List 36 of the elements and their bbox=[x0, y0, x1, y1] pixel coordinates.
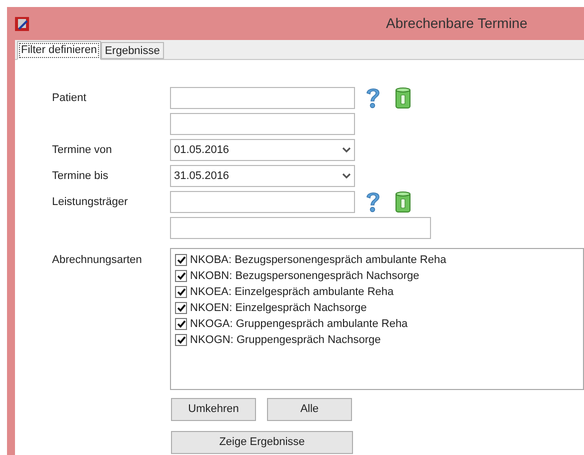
window-title: Abrechenbare Termine bbox=[386, 14, 528, 33]
checkbox-label: NKOGN: Gruppengespräch Nachsorge bbox=[190, 332, 381, 348]
checkbox[interactable] bbox=[175, 334, 187, 346]
checkbox-label: NKOEN: Einzelgespräch Nachsorge bbox=[190, 300, 367, 316]
action-button[interactable]: Alle bbox=[267, 398, 352, 421]
action-button[interactable]: Umkehren bbox=[171, 398, 256, 421]
checkbox[interactable] bbox=[175, 270, 187, 282]
chevron-down-icon bbox=[342, 147, 351, 153]
field-label: Termine bis bbox=[52, 168, 110, 184]
text-field[interactable] bbox=[170, 217, 431, 239]
checkbox[interactable] bbox=[175, 286, 187, 298]
tab[interactable]: Filter definieren bbox=[17, 41, 101, 60]
checkbox[interactable] bbox=[175, 302, 187, 314]
question-mark-icon[interactable] bbox=[365, 87, 381, 109]
checkbox-label: NKOEA: Einzelgespräch ambulante Reha bbox=[190, 284, 394, 300]
show-results-button[interactable]: Zeige Ergebnisse bbox=[171, 431, 353, 454]
text-field[interactable] bbox=[170, 191, 355, 213]
field-label: Leistungsträger bbox=[52, 194, 129, 210]
trash-bin-icon[interactable] bbox=[395, 191, 411, 213]
app-icon bbox=[15, 16, 29, 30]
field-label: Patient bbox=[52, 90, 88, 106]
question-mark-icon[interactable] bbox=[365, 191, 381, 213]
field-label: Termine von bbox=[52, 142, 113, 158]
checkbox-label: NKOBA: Bezugspersonengespräch ambulante Reha bbox=[190, 252, 446, 268]
text-field[interactable] bbox=[170, 113, 355, 135]
date-dropdown[interactable]: 31.05.2016 bbox=[170, 165, 355, 187]
checkbox[interactable] bbox=[175, 318, 187, 330]
tab[interactable]: Ergebnisse bbox=[100, 42, 164, 59]
trash-bin-icon[interactable] bbox=[395, 87, 411, 109]
chevron-down-icon bbox=[342, 173, 351, 179]
checkbox[interactable] bbox=[175, 254, 187, 266]
field-label: Abrechnungsarten bbox=[52, 253, 143, 268]
checkbox-label: NKOBN: Bezugspersonengespräch Nachsorge bbox=[190, 268, 420, 284]
checkbox-label: NKOGA: Gruppengespräch ambulante Reha bbox=[190, 316, 408, 332]
text-field[interactable] bbox=[170, 87, 355, 109]
date-dropdown[interactable]: 01.05.2016 bbox=[170, 139, 355, 161]
